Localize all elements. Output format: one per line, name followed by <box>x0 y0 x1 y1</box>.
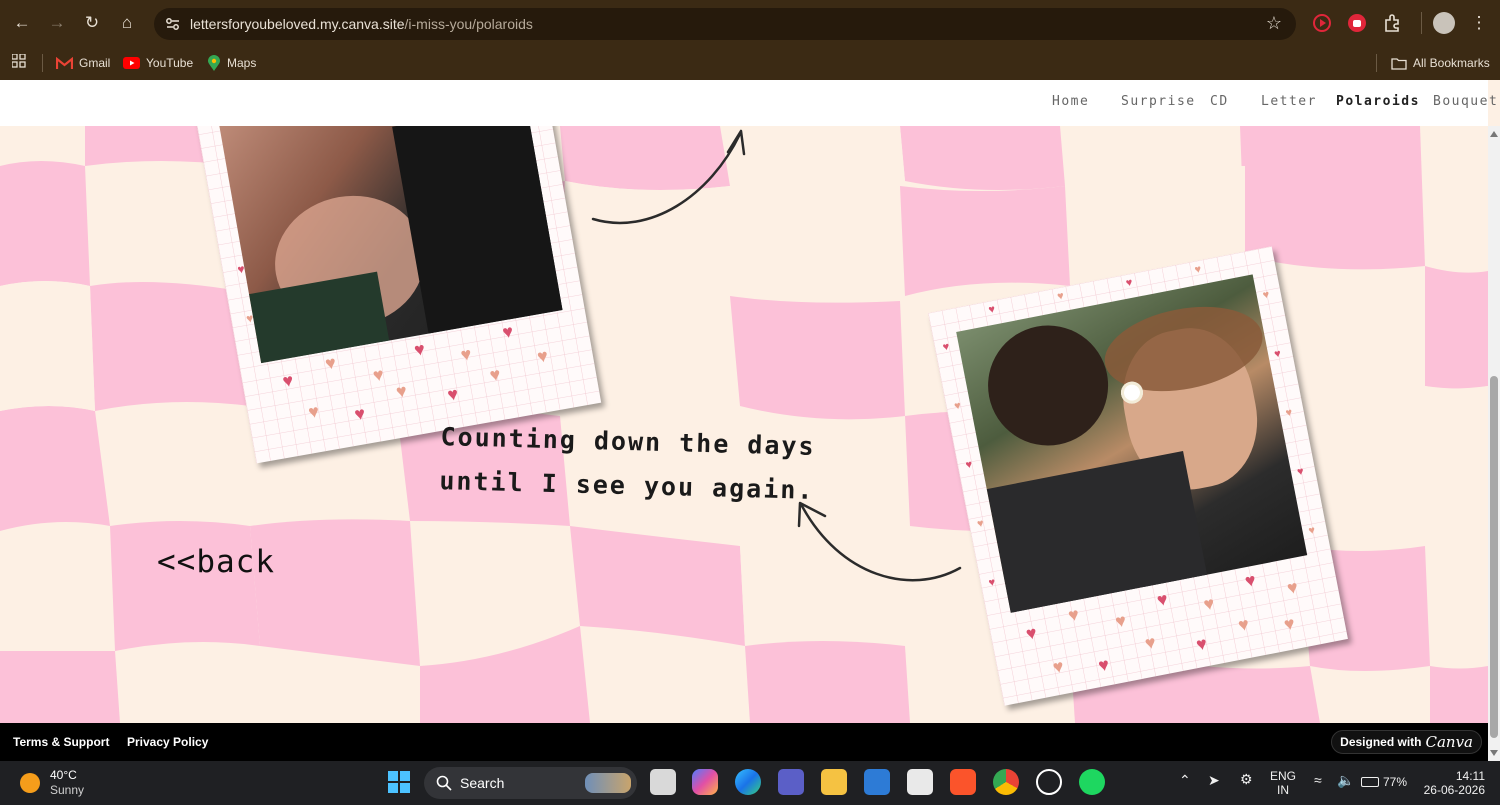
show-hidden-icons-chevron-icon[interactable]: ⌃ <box>1179 773 1191 787</box>
polaroid-1: ♥♥ ♥♥ ♥♥ ♥♥ ♥♥ ♥♥ ♥♥ ♥♥ <box>188 126 602 464</box>
back-arrow-icon[interactable]: ← <box>11 12 33 34</box>
bookmark-label: YouTube <box>146 56 194 70</box>
volume-icon[interactable]: 🔈 <box>1337 773 1354 787</box>
canva-footer: Terms & Support Privacy Policy Designed … <box>0 723 1488 761</box>
region-code: IN <box>1277 783 1289 797</box>
record-extension-icon[interactable] <box>1311 12 1333 34</box>
language-indicator[interactable]: ENG IN <box>1270 769 1296 797</box>
scroll-thumb[interactable] <box>1490 376 1498 738</box>
bookmark-label: Maps <box>227 56 257 70</box>
scroll-down-arrow-icon[interactable] <box>1490 750 1498 756</box>
battery-indicator[interactable]: 77% <box>1361 775 1407 789</box>
location-icon[interactable]: ➤ <box>1208 773 1220 787</box>
site-navigation: Home Surprise CD Letter Polaroids Bouque… <box>0 80 1497 126</box>
weather-widget[interactable]: 40°C Sunny <box>20 768 84 798</box>
bookmarks-bar: Gmail YouTube Maps All Bookmarks <box>0 47 1500 80</box>
vpn-icon[interactable]: ⚙ <box>1240 772 1253 786</box>
polaroids-page: ♥♥ ♥♥ ♥♥ ♥♥ ♥♥ ♥♥ ♥♥ ♥♥ ♥♥ ♥♥ <box>0 126 1488 723</box>
bookmark-label: Gmail <box>79 56 111 70</box>
sun-icon <box>20 773 40 793</box>
chatgpt-icon[interactable] <box>1036 769 1062 795</box>
nav-home[interactable]: Home <box>1052 94 1089 109</box>
store-icon[interactable] <box>907 769 933 795</box>
spotify-icon[interactable] <box>1079 769 1105 795</box>
browser-toolbar: ← → ↻ ⌂ lettersforyoubeloved.my.canva.si… <box>0 0 1500 47</box>
brave-icon[interactable] <box>950 769 976 795</box>
temperature: 40°C <box>50 768 77 782</box>
task-view-icon[interactable] <box>650 769 676 795</box>
youtube-icon <box>123 57 140 69</box>
apps-grid-icon[interactable] <box>12 54 26 68</box>
designed-with-label: Designed with <box>1340 735 1422 749</box>
windows-taskbar: 40°C Sunny Search ⌃ ➤ ⚙ ENG IN ≈ 🔈 77% 14… <box>0 761 1500 805</box>
designed-with-canva-badge[interactable]: Designed with Canva <box>1331 730 1482 754</box>
teams-icon[interactable] <box>778 769 804 795</box>
taskbar-search[interactable]: Search <box>424 767 637 799</box>
home-icon[interactable]: ⌂ <box>116 12 138 34</box>
maps-pin-icon <box>208 54 220 71</box>
edge-icon[interactable] <box>735 769 761 795</box>
privacy-policy-link[interactable]: Privacy Policy <box>127 735 208 749</box>
bookmark-gmail[interactable]: Gmail <box>56 53 110 73</box>
photo-couple-embrace <box>956 274 1308 613</box>
polaroid-2: ♥ ♥ ♥ ♥ ♥ ♥ ♥ ♥ ♥ ♥ ♥ ♥ ♥ ♥ ♥ ♥ ♥ ♥ ♥ ♥ ♥ ♥ ♥ ♥ ♥ ♥ ♥ <box>928 246 1348 706</box>
back-link[interactable]: <<back <box>157 544 275 580</box>
bookmark-youtube[interactable]: YouTube <box>123 53 193 73</box>
windows-start-icon[interactable] <box>386 769 412 795</box>
extensions-puzzle-icon[interactable] <box>1381 12 1403 34</box>
folder-icon <box>1391 57 1407 70</box>
nav-letter[interactable]: Letter <box>1261 94 1317 109</box>
nav-cd[interactable]: CD <box>1210 94 1229 109</box>
scroll-up-arrow-icon[interactable] <box>1490 131 1498 137</box>
file-explorer-icon[interactable] <box>821 769 847 795</box>
weather-condition: Sunny <box>50 783 85 797</box>
reload-icon[interactable]: ↻ <box>81 12 103 34</box>
menu-kebab-icon[interactable]: ⋮ <box>1468 12 1490 34</box>
search-highlight-image <box>585 773 631 793</box>
forward-arrow-icon[interactable]: → <box>46 12 68 34</box>
caption-text: Counting down the days until I see you a… <box>429 415 826 513</box>
bookmark-star-icon[interactable]: ☆ <box>1266 13 1282 34</box>
nav-surprise[interactable]: Surprise <box>1121 94 1196 109</box>
clock-time: 14:11 <box>1455 769 1485 783</box>
battery-icon <box>1361 777 1379 787</box>
profile-avatar[interactable] <box>1433 12 1455 34</box>
gmail-icon <box>56 56 73 69</box>
address-bar[interactable]: lettersforyoubeloved.my.canva.site/i-mis… <box>154 8 1296 40</box>
wifi-icon[interactable]: ≈ <box>1314 773 1322 787</box>
nav-bouquet[interactable]: Bouquet <box>1433 94 1498 109</box>
bookmark-maps[interactable]: Maps <box>207 53 256 73</box>
language-code: ENG <box>1270 769 1297 783</box>
copilot-icon[interactable] <box>692 769 718 795</box>
stop-extension-icon[interactable] <box>1346 12 1368 34</box>
all-bookmarks-button[interactable]: All Bookmarks <box>1391 53 1490 73</box>
terms-support-link[interactable]: Terms & Support <box>13 735 109 749</box>
clock-date: 26-06-2026 <box>1423 783 1485 797</box>
search-label: Search <box>460 775 505 791</box>
url-text: lettersforyoubeloved.my.canva.site/i-mis… <box>190 16 533 32</box>
chrome-icon[interactable] <box>993 769 1019 795</box>
clock[interactable]: 14:11 26-06-2026 <box>1423 769 1485 797</box>
nav-polaroids[interactable]: Polaroids <box>1336 94 1420 109</box>
all-bookmarks-label: All Bookmarks <box>1413 56 1490 70</box>
mail-icon[interactable] <box>864 769 890 795</box>
page-scrollbar[interactable] <box>1488 126 1500 761</box>
site-settings-icon[interactable] <box>164 15 182 33</box>
canva-logo: Canva <box>1425 733 1474 751</box>
search-icon <box>436 775 452 791</box>
battery-percent: 77% <box>1383 775 1408 789</box>
